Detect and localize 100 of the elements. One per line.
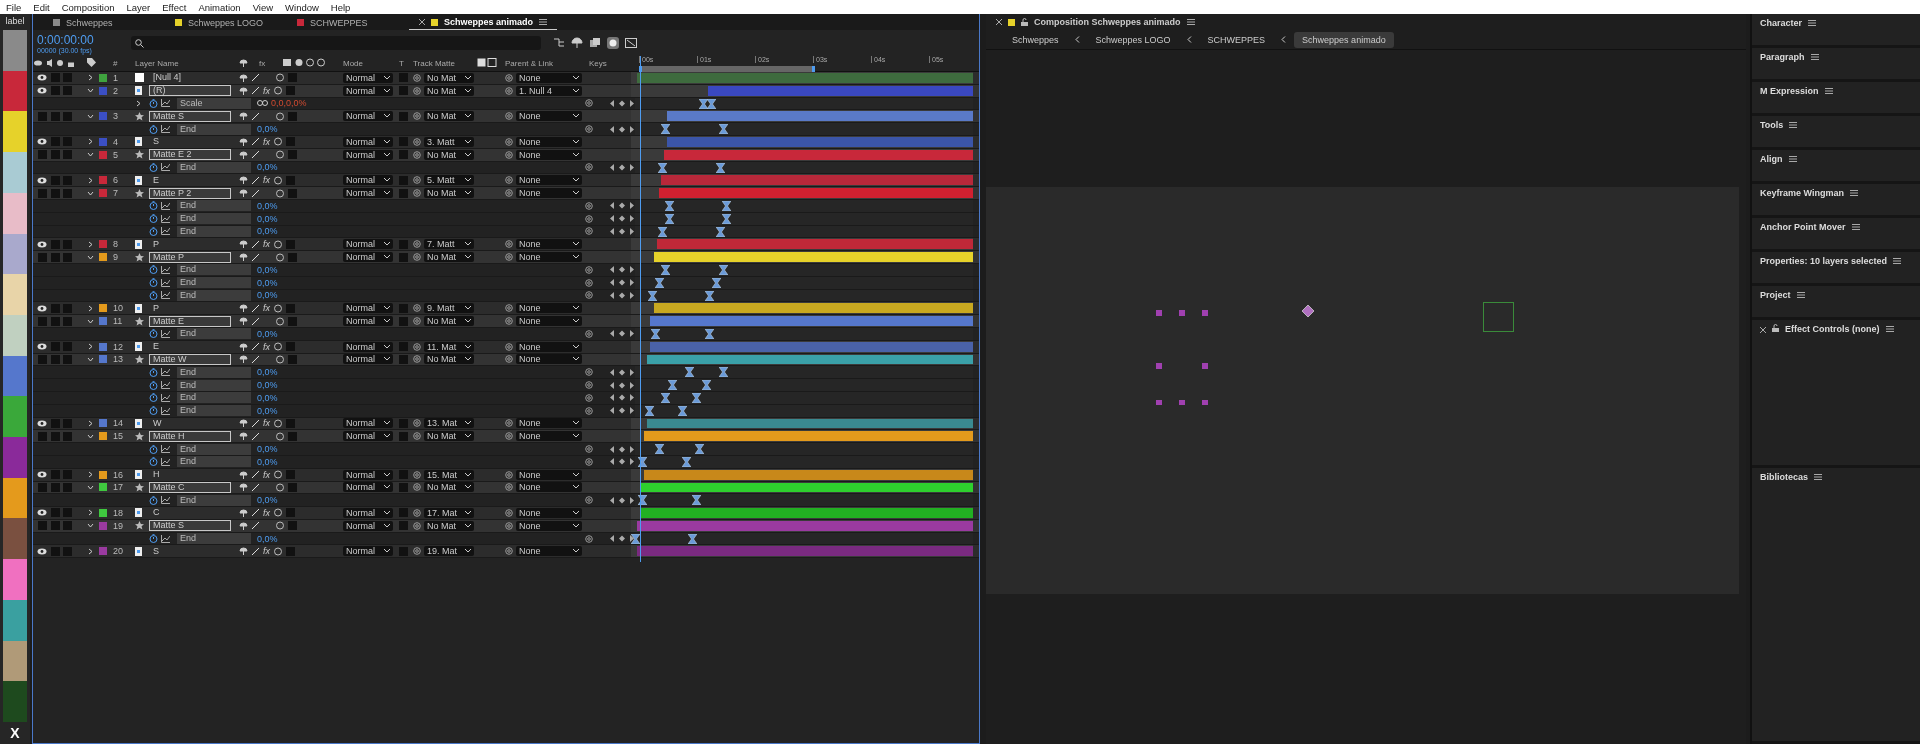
keyframe-icon[interactable] [718, 367, 728, 378]
composition-tab[interactable]: Schweppes LOGO [165, 15, 285, 30]
solo-switch[interactable] [51, 546, 60, 556]
layer-row[interactable]: 11 Matte E Normal No Mat None [33, 315, 979, 328]
keyframe-icon[interactable] [654, 444, 664, 455]
keyframe-icon[interactable] [691, 392, 701, 403]
label-swatch[interactable] [99, 483, 107, 492]
lock-switch[interactable] [63, 111, 72, 121]
property-value[interactable]: 0,0% [257, 392, 278, 403]
stopwatch-icon[interactable] [149, 534, 158, 544]
panel-menu-icon[interactable] [1824, 88, 1833, 94]
breadcrumb[interactable]: Schweppes LOGO [1087, 31, 1179, 48]
layer-row[interactable]: 20 S fx Normal 19. Mat None [33, 545, 979, 559]
track-matte-dropdown[interactable]: 13. Mat [424, 418, 474, 429]
keyframe-navigator-icon[interactable] [609, 458, 635, 466]
keyframe-icon[interactable] [678, 405, 688, 416]
layer-name[interactable]: Matte C [149, 481, 231, 493]
label-swatch[interactable] [99, 240, 107, 249]
stopwatch-icon[interactable] [149, 393, 158, 403]
property-value[interactable]: 0,0% [257, 495, 278, 506]
label-color-swatch[interactable] [3, 30, 27, 71]
track-matte-dropdown[interactable]: 5. Matt [424, 175, 474, 186]
keyframe-navigator-icon[interactable] [609, 279, 635, 287]
keyframe-icon[interactable] [718, 124, 728, 135]
visibility-switch[interactable] [37, 111, 47, 121]
layer-name[interactable]: Matte E 2 [149, 149, 231, 161]
stopwatch-icon[interactable] [149, 162, 158, 172]
mode-dropdown[interactable]: Normal [343, 72, 393, 83]
menu-item[interactable]: File [6, 1, 22, 13]
layer-name[interactable]: Matte P [149, 251, 231, 263]
parent-dropdown[interactable]: None [516, 136, 582, 147]
keyframe-navigator-icon[interactable] [609, 215, 635, 223]
keyframe-icon[interactable] [654, 277, 664, 288]
mode-dropdown[interactable]: Normal [343, 418, 393, 429]
track-matte-dropdown[interactable]: 17. Mat [424, 508, 474, 518]
track-matte-dropdown[interactable]: No Mat [424, 85, 474, 96]
panel-menu-icon[interactable] [1808, 20, 1817, 26]
layer-row[interactable]: 7 Matte P 2 Normal No Mat None [33, 187, 979, 200]
label-swatch[interactable] [99, 150, 107, 159]
effect-switch[interactable]: fx [263, 508, 270, 518]
layer-name[interactable]: E [149, 341, 231, 353]
keyframe-icon[interactable] [691, 495, 701, 506]
label-color-swatch[interactable] [3, 274, 27, 315]
parent-dropdown[interactable]: None [516, 175, 582, 186]
graph-editor-icon[interactable] [625, 37, 637, 48]
pick-whip-icon[interactable] [505, 547, 513, 556]
label-color-swatch[interactable] [3, 640, 27, 682]
timecode[interactable]: 0:00:00:00 [37, 32, 113, 47]
pick-whip-icon[interactable] [585, 534, 593, 543]
layer-name[interactable]: S [149, 136, 231, 148]
layer-name[interactable]: C [149, 507, 231, 519]
keyframe-icon[interactable] [661, 264, 671, 275]
mode-dropdown[interactable]: Normal [343, 508, 393, 518]
keyframe-icon[interactable] [701, 380, 711, 391]
layer-duration-bar[interactable] [667, 111, 973, 122]
property-value[interactable]: 0,0% [257, 277, 278, 288]
layer-name[interactable]: W [149, 417, 231, 429]
pick-whip-icon[interactable] [413, 547, 421, 556]
track-matte-dropdown[interactable]: No Mat [424, 354, 474, 365]
mode-dropdown[interactable]: Normal [343, 252, 393, 263]
parent-dropdown[interactable]: None [516, 546, 582, 557]
label-color-swatch[interactable] [3, 599, 27, 641]
effect-switch[interactable]: fx [263, 239, 270, 250]
mode-dropdown[interactable]: Normal [343, 431, 393, 442]
pick-whip-icon[interactable] [413, 112, 421, 121]
stopwatch-icon[interactable] [149, 201, 158, 211]
layer-name[interactable]: E [149, 174, 231, 186]
layer-row[interactable]: 1 [Null 4] Normal No Mat None [33, 72, 979, 85]
stopwatch-icon[interactable] [149, 495, 158, 505]
adjustment-switch[interactable] [288, 111, 297, 121]
mode-dropdown[interactable]: Normal [343, 316, 393, 327]
property-value[interactable]: 0,0% [257, 264, 278, 275]
menu-item[interactable]: View [252, 1, 274, 13]
layer-row[interactable]: 8 P fx Normal 7. Matt None [33, 238, 979, 252]
menu-item[interactable]: Window [285, 1, 319, 13]
keyframe-navigator-icon[interactable] [609, 445, 635, 453]
keyframe-navigator-icon[interactable] [609, 496, 635, 504]
property-value[interactable]: 0,0% [257, 367, 278, 378]
composition-tab[interactable]: Schweppes animado [409, 15, 558, 30]
layer-name[interactable]: S [149, 545, 231, 557]
mode-dropdown[interactable]: Normal [343, 239, 393, 250]
label-swatch[interactable] [99, 419, 107, 428]
keyframe-icon[interactable] [715, 162, 725, 173]
parent-dropdown[interactable]: None [516, 431, 582, 442]
effect-switch[interactable]: fx [263, 341, 270, 352]
parent-dropdown[interactable]: None [516, 303, 582, 314]
label-swatch[interactable] [99, 304, 107, 313]
panel-title[interactable]: Character [1760, 18, 1803, 28]
keyframe-icon[interactable] [644, 405, 654, 416]
mode-dropdown[interactable]: Normal [343, 341, 393, 352]
keyframe-navigator-icon[interactable] [609, 330, 635, 338]
composition-tab[interactable]: SCHWEPPES [287, 15, 407, 30]
effect-switch[interactable]: fx [263, 136, 270, 147]
label-swatch[interactable] [99, 189, 107, 198]
keyframe-icon[interactable] [705, 290, 715, 301]
keyframe-navigator-icon[interactable] [609, 381, 635, 389]
stopwatch-icon[interactable] [149, 99, 158, 108]
label-swatch[interactable] [99, 112, 107, 121]
property-value[interactable]: 0,0% [257, 162, 278, 173]
label-swatch[interactable] [99, 86, 107, 95]
